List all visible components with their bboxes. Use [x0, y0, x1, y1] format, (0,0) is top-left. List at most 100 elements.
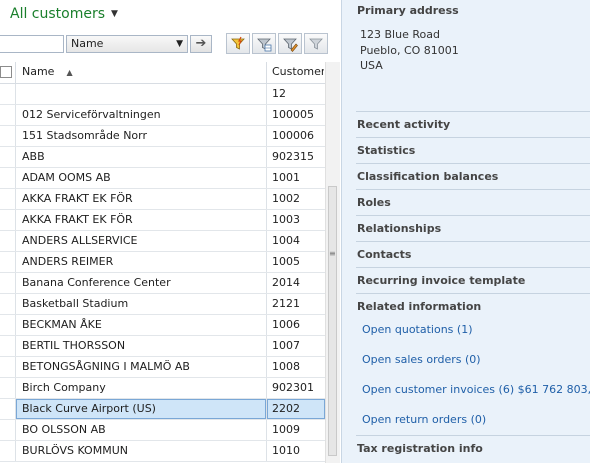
filter-grid-icon [257, 38, 272, 51]
cell-customer-account: 1006 [272, 318, 300, 331]
column-divider [266, 378, 267, 398]
cell-customer-name: AKKA FRAKT EK FÖR [22, 213, 133, 226]
column-divider [266, 441, 267, 461]
primary-address-factbox: Primary address 123 Blue Road Pueblo, CO… [342, 0, 590, 110]
customer-list-pane: All customers ▼ Name ▼ ➔ Name ▲ Customer… [0, 0, 340, 463]
cell-customer-account: 902301 [272, 381, 314, 394]
row-selector[interactable] [0, 231, 16, 251]
filter-input[interactable] [0, 35, 64, 53]
section-relationships[interactable]: Relationships [356, 215, 590, 240]
link-open-customer-invoices[interactable]: Open customer invoices (6) $61 762 803,0… [362, 383, 590, 396]
filter-row-account-value[interactable]: 12 [272, 87, 286, 100]
row-selector[interactable] [0, 84, 16, 104]
vertical-scrollbar[interactable]: ≡ [325, 62, 340, 463]
cell-customer-account: 902315 [272, 150, 314, 163]
column-divider [266, 210, 267, 230]
section-classification-balances[interactable]: Classification balances [356, 163, 590, 188]
section-contacts[interactable]: Contacts [356, 241, 590, 266]
row-selector[interactable] [0, 315, 16, 335]
filter-edit-icon [283, 38, 298, 52]
column-divider [266, 168, 267, 188]
section-recurring-invoice-template[interactable]: Recurring invoice template [356, 267, 590, 292]
table-row[interactable]: BECKMAN ÅKE 1006 [0, 315, 325, 336]
grid-header: Name ▲ Customer account [0, 62, 325, 84]
cell-customer-account: 100005 [272, 108, 314, 121]
cell-customer-name: BECKMAN ÅKE [22, 318, 102, 331]
row-selector[interactable] [0, 273, 16, 293]
cell-customer-account: 1010 [272, 444, 300, 457]
section-recent-activity[interactable]: Recent activity [356, 111, 590, 136]
table-row[interactable]: AKKA FRAKT EK FÖR 1003 [0, 210, 325, 231]
scrollbar-thumb[interactable] [328, 186, 337, 456]
filter-row: 12 [0, 84, 325, 105]
table-row[interactable]: BO OLSSON AB 1009 [0, 420, 325, 441]
section-roles[interactable]: Roles [356, 189, 590, 214]
column-divider [266, 147, 267, 167]
cell-customer-name: BURLÖVS KOMMUN [22, 444, 128, 457]
column-header-name[interactable]: Name ▲ [22, 65, 73, 78]
select-all-checkbox[interactable] [0, 66, 12, 78]
link-open-return-orders[interactable]: Open return orders (0) [362, 413, 486, 426]
row-selector[interactable] [0, 378, 16, 398]
list-view-selector[interactable]: All customers ▼ [10, 6, 118, 22]
link-open-quotations[interactable]: Open quotations (1) [362, 323, 473, 336]
row-selector[interactable] [0, 357, 16, 377]
filter-by-grid-button[interactable] [252, 33, 276, 54]
filter-by-selection-button[interactable] [226, 33, 250, 54]
column-divider [266, 294, 267, 314]
apply-filter-button[interactable]: ➔ [190, 35, 212, 53]
table-row[interactable]: ABB 902315 [0, 147, 325, 168]
table-row[interactable]: 012 Serviceförvaltningen 100005 [0, 105, 325, 126]
column-header-customer-account[interactable]: Customer account [272, 65, 324, 78]
row-selector[interactable] [0, 189, 16, 209]
table-row[interactable]: BURLÖVS KOMMUN 1010 [0, 441, 325, 462]
primary-address-heading: Primary address [357, 4, 459, 17]
table-row[interactable]: Banana Conference Center 2014 [0, 273, 325, 294]
section-related-information[interactable]: Related information [356, 293, 590, 318]
column-header-name-label: Name [22, 65, 55, 78]
column-divider[interactable] [266, 62, 267, 83]
table-row[interactable]: ANDERS REIMER 1005 [0, 252, 325, 273]
table-row[interactable]: AKKA FRAKT EK FÖR 1002 [0, 189, 325, 210]
section-statistics[interactable]: Statistics [356, 137, 590, 162]
arrow-right-icon: ➔ [195, 36, 207, 51]
table-row[interactable]: BERTIL THORSSON 1007 [0, 336, 325, 357]
table-row[interactable]: BETONGSÅGNING I MALMÖ AB 1008 [0, 357, 325, 378]
table-row[interactable]: 151 Stadsområde Norr 100006 [0, 126, 325, 147]
row-selector[interactable] [0, 420, 16, 440]
table-row[interactable]: Black Curve Airport (US) 2202 [0, 399, 325, 420]
row-selector[interactable] [0, 441, 16, 461]
column-divider [266, 252, 267, 272]
row-selector[interactable] [0, 105, 16, 125]
row-selector[interactable] [0, 252, 16, 272]
row-selector[interactable] [0, 126, 16, 146]
column-divider [266, 273, 267, 293]
clear-filter-button[interactable] [304, 33, 328, 54]
row-selector[interactable] [0, 168, 16, 188]
column-divider [266, 420, 267, 440]
cell-customer-account: 1007 [272, 339, 300, 352]
table-row[interactable]: ANDERS ALLSERVICE 1004 [0, 231, 325, 252]
table-row[interactable]: Basketball Stadium 2121 [0, 294, 325, 315]
list-title: All customers [10, 6, 106, 22]
scrollbar-grip-icon: ≡ [329, 249, 336, 258]
table-row[interactable]: ADAM OOMS AB 1001 [0, 168, 325, 189]
section-tax-registration-info[interactable]: Tax registration info [356, 435, 590, 460]
sort-ascending-icon: ▲ [66, 68, 73, 77]
cell-customer-name: BETONGSÅGNING I MALMÖ AB [22, 360, 190, 373]
advanced-filter-button[interactable] [278, 33, 302, 54]
row-selector[interactable] [0, 336, 16, 356]
table-row[interactable]: Birch Company 902301 [0, 378, 325, 399]
link-open-sales-orders[interactable]: Open sales orders (0) [362, 353, 481, 366]
column-divider [266, 315, 267, 335]
cell-customer-name: ADAM OOMS AB [22, 171, 111, 184]
row-selector[interactable] [0, 399, 16, 419]
row-selector[interactable] [0, 210, 16, 230]
cell-customer-account: 1009 [272, 423, 300, 436]
filter-field-select[interactable]: Name ▼ [66, 35, 188, 53]
row-selector[interactable] [0, 294, 16, 314]
row-selector[interactable] [0, 147, 16, 167]
address-line: USA [360, 59, 383, 72]
filter-lightning-icon [231, 36, 245, 50]
cell-customer-account: 1001 [272, 171, 300, 184]
